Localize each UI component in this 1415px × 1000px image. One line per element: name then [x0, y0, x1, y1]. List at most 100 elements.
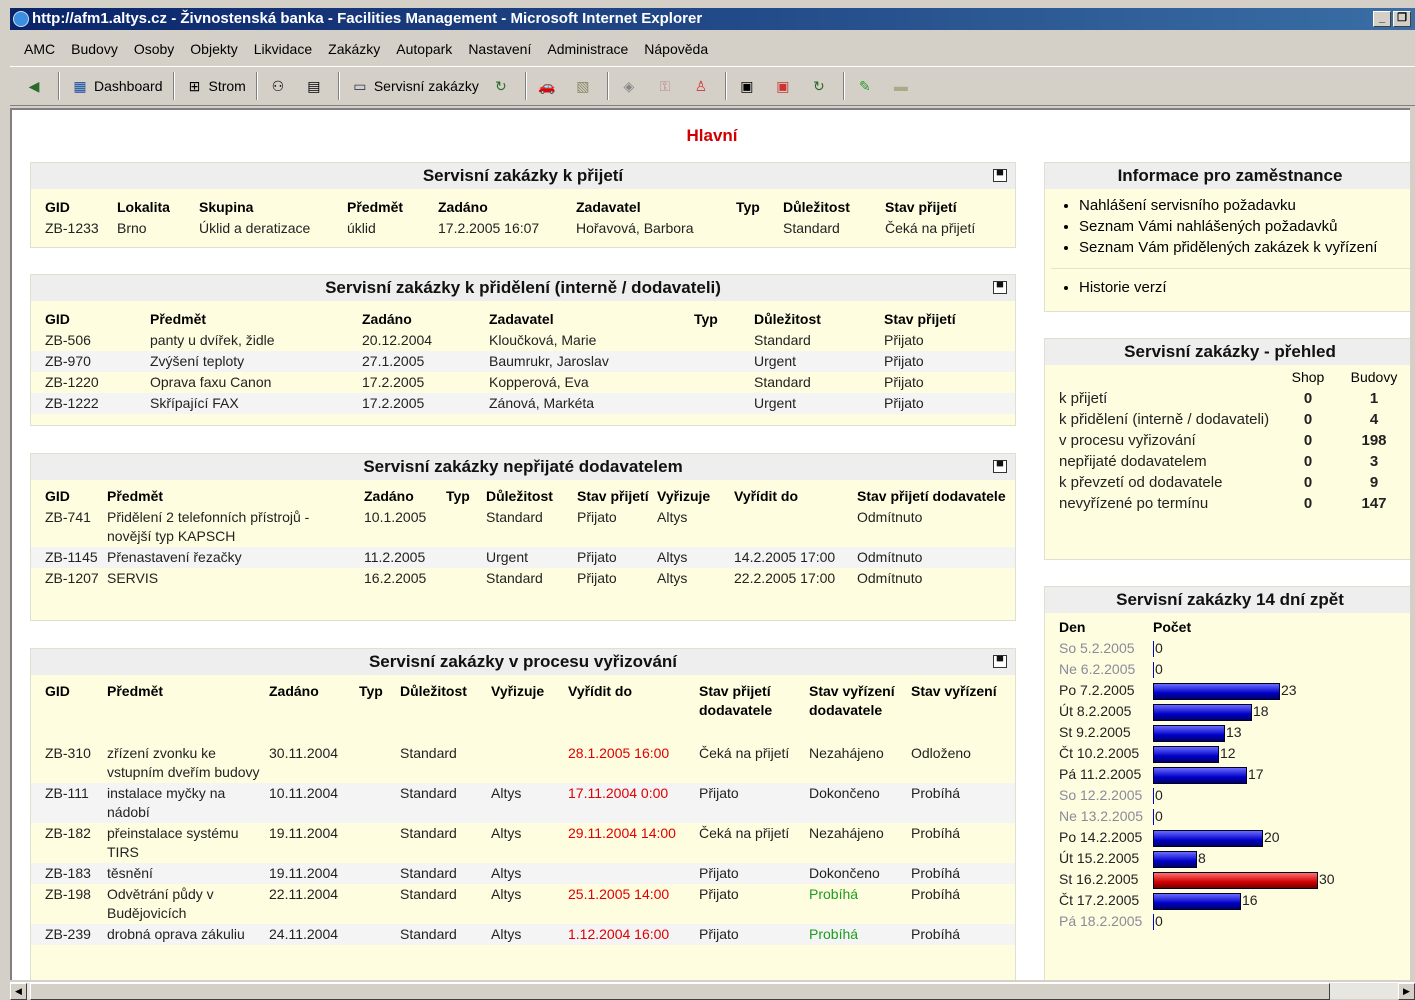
chart-row: Pá 11.2.2005 17	[1045, 764, 1415, 785]
tool-pen-button[interactable]: ✎	[849, 71, 885, 101]
cell-stav-vyrizeni: Probíhá	[911, 886, 961, 902]
summary-row[interactable]: nepřijaté dodavatelem 0 3	[1045, 451, 1415, 472]
scroll-thumb[interactable]	[30, 983, 1330, 1000]
cell-zadavatel: Zánová, Markéta	[485, 393, 690, 414]
cell-gid: ZB-506	[45, 332, 91, 348]
scroll-right-button[interactable]: ▶	[1398, 983, 1415, 1000]
cell-typ	[355, 783, 396, 823]
summary-row[interactable]: v procesu vyřizování 0 198	[1045, 430, 1415, 451]
summary-row[interactable]: nevyřízené po termínu 0 147	[1045, 493, 1415, 514]
table-row[interactable]: ZB-741 Přidělení 2 telefonních přístrojů …	[31, 507, 1015, 547]
panel-info: Informace pro zaměstnance Nahlášení serv…	[1044, 162, 1415, 312]
tool-person-button[interactable]: ♙	[685, 71, 721, 101]
table-row[interactable]: ZB-198 Odvětrání půdy v Budějovicích 22.11…	[31, 884, 1015, 924]
menu-objekty[interactable]: Objekty	[190, 41, 237, 57]
table-row[interactable]: ZB-182 přeinstalace systému TIRS 19.11.200…	[31, 823, 1015, 863]
menu-napoveda[interactable]: Nápověda	[644, 41, 708, 57]
tool-calendar1-button[interactable]: ▣	[731, 71, 767, 101]
link-historie-verzi[interactable]: Historie verzí	[1079, 277, 1415, 298]
table-row[interactable]: ZB-1222 Skřípající FAX 17.2.2005 Zánová, Ma…	[31, 393, 1015, 414]
strom-button[interactable]: ⊞ Strom	[179, 71, 252, 101]
table-row[interactable]: ZB-1233 Brno Úklid a deratizace úklid 17…	[31, 218, 1015, 239]
table-row[interactable]: ZB-1207 SERVIS 16.2.2005 Standard Přijato Alt…	[31, 568, 1015, 589]
cell-stav-prijeti: Přijato	[577, 509, 617, 525]
table-row[interactable]: ZB-310 zřízení zvonku ke vstupním dveřím …	[31, 743, 1015, 783]
toolbar: ◀ ▦ Dashboard ⊞ Strom ⚇ ▤ ▭ Servisní zakázk…	[10, 66, 1415, 106]
summary-shop: 0	[1303, 432, 1313, 449]
summary-budovy: 198	[1361, 432, 1387, 449]
chart-bar-cell: 0	[1149, 785, 1415, 806]
collapse-icon[interactable]: ▀	[993, 655, 1007, 668]
tool-card-button[interactable]: ▬	[885, 71, 921, 101]
chart-bar-zero	[1153, 641, 1154, 658]
menu-likvidace[interactable]: Likvidace	[254, 41, 312, 57]
window-title: http://afm1.altys.cz - Živnostenská bank…	[32, 10, 703, 27]
cell-gid: ZB-1145	[31, 547, 103, 568]
chart-ylabel: Počet	[1153, 619, 1192, 635]
link-seznam-pridelenych[interactable]: Seznam Vám přidělených zakázek k vyřízen…	[1079, 237, 1415, 258]
cell-dulezitost: Urgent	[482, 547, 573, 568]
table-row[interactable]: ZB-1220 Oprava faxu Canon 17.2.2005 Koppero…	[31, 372, 1015, 393]
table-row[interactable]: ZB-506 panty u dvířek, židle 20.12.2004 Klo…	[31, 330, 1015, 351]
cell-typ	[442, 507, 482, 547]
tool-map-button[interactable]: ▧	[567, 71, 603, 101]
menu-administrace[interactable]: Administrace	[547, 41, 628, 57]
horizontal-scrollbar[interactable]: ◀ ▶	[10, 982, 1415, 1000]
table-row[interactable]: ZB-111 instalace myčky na nádobí 10.11.200…	[31, 783, 1015, 823]
cell-predmet: drobná oprava zákuliu	[103, 924, 265, 945]
cell-dulezitost: Standard	[486, 570, 543, 586]
tool-calendar2-button[interactable]: ▣	[767, 71, 803, 101]
summary-row[interactable]: k převzetí od dodavatele 0 9	[1045, 472, 1415, 493]
summary-row[interactable]: k přijetí 0 1	[1045, 388, 1415, 409]
cell-gid: ZB-198	[45, 886, 91, 902]
dashboard-button[interactable]: ▦ Dashboard	[64, 71, 169, 101]
servisni-label: Servisní zakázky	[373, 78, 479, 94]
menu-nastaveni[interactable]: Nastavení	[468, 41, 531, 57]
chart-bar	[1153, 766, 1247, 784]
refresh-icon: ↻	[495, 77, 507, 94]
menu-osoby[interactable]: Osoby	[134, 41, 174, 57]
minimize-button[interactable]: _	[1373, 11, 1391, 27]
back-button[interactable]: ◀	[18, 71, 54, 101]
cell-gid: ZB-111	[31, 783, 103, 823]
chart-bar-cell: 8	[1149, 848, 1415, 869]
tool-stamp-button[interactable]: ▤	[298, 71, 334, 101]
col-label	[1045, 367, 1283, 388]
table-row[interactable]: ZB-970 Zvýšení teploty 27.1.2005 Baumrukr, …	[31, 351, 1015, 372]
car-icon: 🚗	[538, 77, 556, 94]
tool-users-button[interactable]: ⚇	[262, 71, 298, 101]
menu-zakazky[interactable]: Zakázky	[328, 41, 380, 57]
collapse-icon[interactable]: ▀	[993, 281, 1007, 294]
menu-autopark[interactable]: Autopark	[396, 41, 452, 57]
restore-button[interactable]: ❐	[1393, 11, 1411, 27]
tool-eye-button[interactable]: ◈	[613, 71, 649, 101]
tool-key-button[interactable]: ⚿	[649, 71, 685, 101]
summary-row[interactable]: k přidělení (interně / dodavateli) 0 4	[1045, 409, 1415, 430]
vertical-scrollbar[interactable]	[1410, 108, 1415, 982]
chart-header: Servisní zakázky 14 dní zpět	[1045, 587, 1415, 613]
servisni-zakazky-button[interactable]: ▭ Servisní zakázky	[344, 71, 485, 101]
collapse-icon[interactable]: ▀	[993, 460, 1007, 473]
cell-predmet: Zvýšení teploty	[146, 351, 358, 372]
chart-bar	[1153, 829, 1263, 847]
panel-proces-title: Servisní zakázky v procesu vyřizování	[368, 652, 678, 671]
table-row[interactable]: ZB-239 drobná oprava zákuliu 24.11.2004 Sta…	[31, 924, 1015, 945]
cell-zadano: 22.11.2004	[269, 886, 339, 902]
autopark-button[interactable]: 🚗	[531, 71, 567, 101]
link-seznam-nahlasenych[interactable]: Seznam Vámi nahlášených požadavků	[1079, 216, 1415, 237]
cell-vyridit-do: 22.2.2005 17:00	[734, 570, 836, 586]
tool-refresh-button[interactable]: ↻	[485, 71, 521, 101]
table-row[interactable]: ZB-183 těsnění 19.11.2004 Standard Altys Přij…	[31, 863, 1015, 884]
scroll-left-button[interactable]: ◀	[10, 983, 27, 1000]
chart-category-label: St 9.2.2005	[1059, 724, 1131, 740]
collapse-icon[interactable]: ▀	[993, 169, 1007, 182]
menu-amc[interactable]: AMC	[24, 41, 55, 57]
table-row[interactable]: ZB-1145 Přenastavení řezačky 11.2.2005 Urge…	[31, 547, 1015, 568]
chart-bar-cell: 17	[1149, 764, 1415, 785]
tool-refresh2-button[interactable]: ↻	[803, 71, 839, 101]
menu-budovy[interactable]: Budovy	[71, 41, 118, 57]
page-title: Hlavní	[686, 126, 738, 145]
chart-bar	[1153, 745, 1219, 763]
cell-vyridit-do: 29.11.2004 14:00	[568, 825, 676, 841]
link-nahlaseni[interactable]: Nahlášení servisního požadavku	[1079, 195, 1415, 216]
